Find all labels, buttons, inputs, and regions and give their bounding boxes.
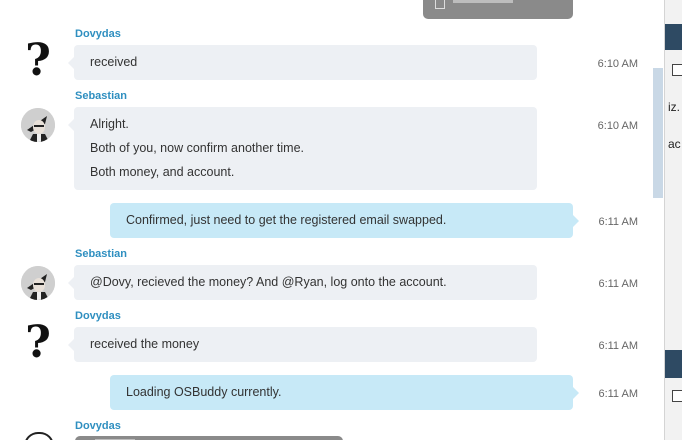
- sender-name[interactable]: Dovydas: [75, 28, 121, 40]
- document-icon[interactable]: [672, 390, 682, 402]
- message-bubble[interactable]: received: [68, 45, 537, 80]
- message-text: Both of you, now confirm another time.: [90, 141, 304, 155]
- partial-text: iz.: [668, 100, 680, 114]
- outgoing-message-bubble[interactable]: Loading OSBuddy currently.: [110, 375, 579, 410]
- sender-name[interactable]: Dovydas: [75, 420, 121, 432]
- sebastian-avatar[interactable]: [21, 266, 55, 300]
- unknown-avatar-icon[interactable]: [24, 432, 54, 440]
- chat-conversation: Dovydas ? received 6:10 AM Sebastian Alr…: [0, 0, 664, 440]
- unknown-avatar-icon[interactable]: ?: [21, 321, 55, 365]
- unknown-avatar-icon[interactable]: ?: [21, 39, 55, 83]
- message-time: 6:10 AM: [597, 120, 638, 132]
- message-text: Both money, and account.: [90, 165, 235, 179]
- message-time: 6:11 AM: [598, 388, 638, 400]
- image-icon[interactable]: [672, 64, 682, 76]
- message-text: received the money: [90, 337, 200, 351]
- window-header-strip: [665, 24, 682, 50]
- document-icon: [435, 0, 445, 9]
- message-text: Alright.: [90, 117, 129, 131]
- message-text: Loading OSBuddy currently.: [126, 385, 282, 399]
- window-header-strip: [665, 350, 682, 378]
- sender-name[interactable]: Sebastian: [75, 90, 127, 102]
- background-window: iz. ac: [664, 0, 682, 440]
- message-bubble[interactable]: received the money: [68, 327, 537, 362]
- message-text: Confirmed, just need to get the register…: [126, 213, 447, 227]
- avatar-portrait-icon: [21, 266, 55, 300]
- scrollbar-thumb[interactable]: [653, 68, 663, 198]
- shared-file-card[interactable]: [423, 0, 573, 19]
- sebastian-avatar[interactable]: [21, 108, 55, 142]
- avatar-portrait-icon: [21, 108, 55, 142]
- message-time: 6:10 AM: [597, 58, 638, 70]
- sender-name[interactable]: Dovydas: [75, 310, 121, 322]
- partial-text: ac: [668, 137, 681, 151]
- message-time: 6:11 AM: [598, 278, 638, 290]
- sender-name[interactable]: Sebastian: [75, 248, 127, 260]
- message-text: received: [90, 55, 138, 69]
- blurred-text: [453, 0, 513, 3]
- message-bubble[interactable]: Alright. Both of you, now confirm anothe…: [68, 107, 537, 190]
- message-time: 6:11 AM: [598, 340, 638, 352]
- shared-file-card[interactable]: [75, 436, 343, 440]
- outgoing-message-bubble[interactable]: Confirmed, just need to get the register…: [110, 203, 579, 238]
- message-bubble[interactable]: @Dovy, recieved the money? And @Ryan, lo…: [68, 265, 537, 300]
- message-text: @Dovy, recieved the money? And @Ryan, lo…: [90, 275, 447, 289]
- message-time: 6:11 AM: [598, 216, 638, 228]
